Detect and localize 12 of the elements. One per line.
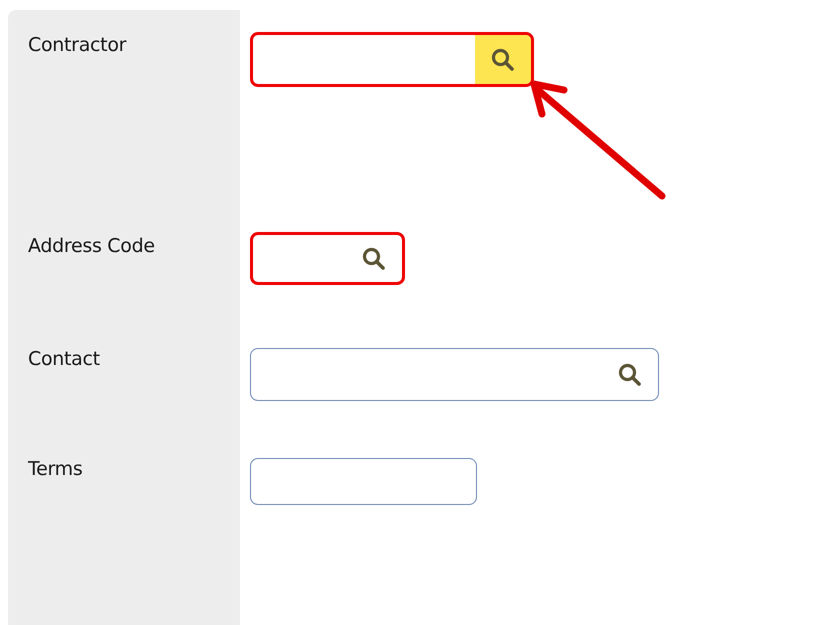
field-label: Contact (27, 347, 101, 372)
field-label: Address Code (27, 234, 156, 259)
input-field[interactable] (250, 458, 477, 505)
field-label: Terms (27, 457, 84, 482)
search-icon (490, 46, 516, 72)
search-icon (361, 246, 387, 272)
search-icon (617, 362, 643, 388)
field-label: Contractor (27, 33, 128, 58)
search-button[interactable] (475, 35, 531, 84)
lookup-field[interactable] (250, 232, 405, 285)
lookup-field[interactable] (250, 32, 534, 87)
lookup-field[interactable] (250, 348, 659, 401)
